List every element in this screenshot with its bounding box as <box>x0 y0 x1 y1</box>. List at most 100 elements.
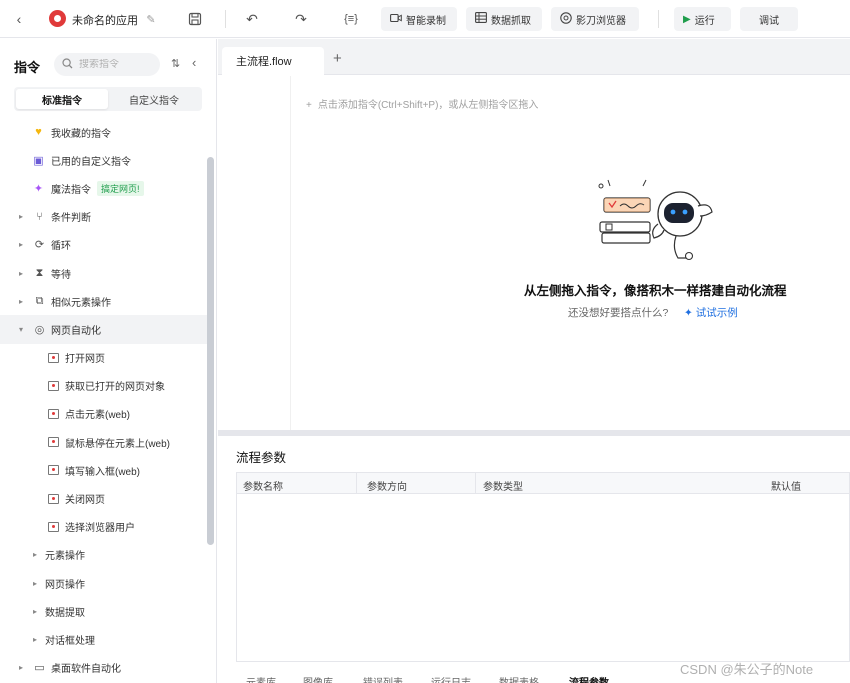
command-tabs: 标准指令 自定义指令 <box>14 87 202 111</box>
back-icon[interactable]: ‹ <box>8 8 30 30</box>
debug-button[interactable]: 调试 <box>740 7 798 31</box>
search-input[interactable] <box>79 59 149 70</box>
add-command-hint[interactable]: + 点击添加指令(Ctrl+Shift+P)，或从左侧指令区拖入 <box>306 96 538 111</box>
user-page-icon <box>47 520 60 533</box>
flow-canvas[interactable]: + 点击添加指令(Ctrl+Shift+P)，或从左侧指令区拖入 从左侧拖入指令，… <box>218 76 850 430</box>
heart-icon: ♥ <box>35 126 42 139</box>
tab-error-list[interactable]: 错误列表 <box>363 674 403 683</box>
webpage-icon <box>47 379 60 392</box>
copy-icon: ⧉ <box>35 294 44 307</box>
tree-item-magic[interactable]: ✦ 魔法指令 搞定网页! <box>0 174 207 202</box>
panel-title: 指令 <box>14 60 41 75</box>
command-panel: 指令 ⇅ ‹ 标准指令 自定义指令 ♥ 我收藏的指令 ▣ 已用的自定义指令 ✦ … <box>0 39 217 683</box>
browser-icon <box>560 11 572 27</box>
branch-icon: ⑂ <box>36 210 43 223</box>
app-title[interactable]: 未命名的应用 <box>72 12 138 28</box>
tab-main-flow[interactable]: 主流程.flow <box>222 47 324 75</box>
expand-caret-icon[interactable]: ▸ <box>33 635 37 644</box>
try-example-link[interactable]: ✦ 试试示例 <box>684 305 738 320</box>
command-tree: ♥ 我收藏的指令 ▣ 已用的自定义指令 ✦ 魔法指令 搞定网页! ▸ ⑂ 条件判… <box>0 118 207 682</box>
tree-item-condition[interactable]: ▸ ⑂ 条件判断 <box>0 203 207 231</box>
table-icon <box>475 12 487 26</box>
tree-item-element-ops[interactable]: ▸ 元素操作 <box>0 541 207 569</box>
tree-item-data-extract[interactable]: ▸ 数据提取 <box>0 597 207 625</box>
tree-item-loop[interactable]: ▸ ⟳ 循环 <box>0 231 207 259</box>
editor-tabbar: 主流程.flow + <box>218 39 850 75</box>
empty-state-subtitle: 还没想好要搭点什么? <box>568 307 669 319</box>
expand-caret-icon[interactable]: ▸ <box>33 550 37 559</box>
col-param-direction[interactable]: 参数方向 <box>367 478 407 493</box>
expand-caret-icon[interactable]: ▸ <box>19 269 23 278</box>
flow-params-panel: 流程参数 参数名称 参数方向 参数类型 默认值 元素库 图像库 错误列表 运行日… <box>218 436 850 683</box>
expand-caret-icon[interactable]: ▸ <box>19 240 23 249</box>
tab-custom-commands[interactable]: 自定义指令 <box>108 89 200 109</box>
collapse-caret-icon[interactable]: ▾ <box>19 325 23 334</box>
redo-icon[interactable]: ↷ <box>290 8 312 30</box>
tree-item-get-opened-page[interactable]: 获取已打开的网页对象 <box>0 372 207 400</box>
tab-flow-params[interactable]: 流程参数 <box>569 674 609 683</box>
expand-caret-icon[interactable]: ▸ <box>19 212 23 221</box>
expand-caret-icon[interactable]: ▸ <box>33 579 37 588</box>
magic-badge: 搞定网页! <box>97 180 144 196</box>
tab-element-library[interactable]: 元素库 <box>246 674 276 683</box>
smart-record-button[interactable]: 智能录制 <box>381 7 457 31</box>
col-param-type[interactable]: 参数类型 <box>483 478 523 493</box>
sort-icon[interactable]: ⇅ <box>171 57 180 70</box>
edit-title-icon[interactable]: ✎ <box>140 8 162 30</box>
toolbar-divider <box>658 10 659 28</box>
expand-caret-icon[interactable]: ▸ <box>19 663 23 672</box>
tree-item-page-ops[interactable]: ▸ 网页操作 <box>0 569 207 597</box>
expand-caret-icon[interactable]: ▸ <box>19 297 23 306</box>
watermark: CSDN @朱公子的Note <box>680 662 814 677</box>
column-divider <box>475 473 476 494</box>
tree-item-close-webpage[interactable]: 关闭网页 <box>0 484 207 512</box>
tab-data-table[interactable]: 数据表格 <box>499 674 539 683</box>
click-icon <box>47 407 60 420</box>
run-button[interactable]: ▶ 运行 <box>674 7 731 31</box>
data-capture-button[interactable]: 数据抓取 <box>466 7 542 31</box>
params-title: 流程参数 <box>236 451 287 465</box>
tree-item-hover-element[interactable]: 鼠标悬停在元素上(web) <box>0 428 207 456</box>
globe-icon: ◎ <box>34 323 45 336</box>
tree-item-dialog[interactable]: ▸ 对话框处理 <box>0 625 207 653</box>
undo-icon[interactable]: ↶ <box>241 8 263 30</box>
column-divider <box>356 473 357 494</box>
search-icon <box>62 57 73 72</box>
expand-caret-icon[interactable]: ▸ <box>33 607 37 616</box>
sparkle-icon: ✦ <box>33 182 44 195</box>
add-tab-icon[interactable]: + <box>333 50 342 67</box>
save-icon[interactable] <box>184 8 206 30</box>
tree-item-web-automation[interactable]: ▾ ◎ 网页自动化 <box>0 315 207 344</box>
tab-standard-commands[interactable]: 标准指令 <box>16 89 108 109</box>
plus-icon: + <box>306 100 312 111</box>
panel-scrollbar[interactable] <box>207 157 214 545</box>
command-search[interactable] <box>54 53 160 76</box>
empty-state-title: 从左侧拖入指令，像搭积木一样搭建自动化流程 <box>524 284 787 298</box>
variables-icon[interactable]: {≡} <box>340 8 362 30</box>
collapse-panel-icon[interactable]: ‹ <box>192 55 196 70</box>
tree-item-select-browser-user[interactable]: 选择浏览器用户 <box>0 513 207 541</box>
tree-item-used-custom[interactable]: ▣ 已用的自定义指令 <box>0 146 207 174</box>
webpage-icon <box>47 351 60 364</box>
tree-item-favorites[interactable]: ♥ 我收藏的指令 <box>0 118 207 146</box>
loop-icon: ⟳ <box>34 239 45 252</box>
tree-item-fill-input[interactable]: 填写输入框(web) <box>0 456 207 484</box>
line-gutter <box>290 76 291 430</box>
browser-button[interactable]: 影刀浏览器 <box>551 7 639 31</box>
tree-item-similar-elements[interactable]: ▸ ⧉ 相似元素操作 <box>0 287 207 315</box>
robot-illustration <box>598 179 713 261</box>
calendar-icon: ▣ <box>33 154 44 167</box>
col-default-value[interactable]: 默认值 <box>771 478 801 493</box>
play-icon: ▶ <box>683 13 691 25</box>
toolbar-divider <box>225 10 226 28</box>
tree-item-click-element[interactable]: 点击元素(web) <box>0 400 207 428</box>
tree-item-wait[interactable]: ▸ ⧗ 等待 <box>0 259 207 287</box>
monitor-icon: ▭ <box>34 662 45 675</box>
tree-item-desktop-automation[interactable]: ▸ ▭ 桌面软件自动化 <box>0 654 207 682</box>
tab-image-library[interactable]: 图像库 <box>303 674 333 683</box>
tab-run-log[interactable]: 运行日志 <box>431 674 471 683</box>
hover-icon <box>47 436 60 449</box>
tree-item-open-webpage[interactable]: 打开网页 <box>0 344 207 372</box>
hourglass-icon: ⧗ <box>35 266 44 279</box>
col-param-name[interactable]: 参数名称 <box>243 478 283 493</box>
